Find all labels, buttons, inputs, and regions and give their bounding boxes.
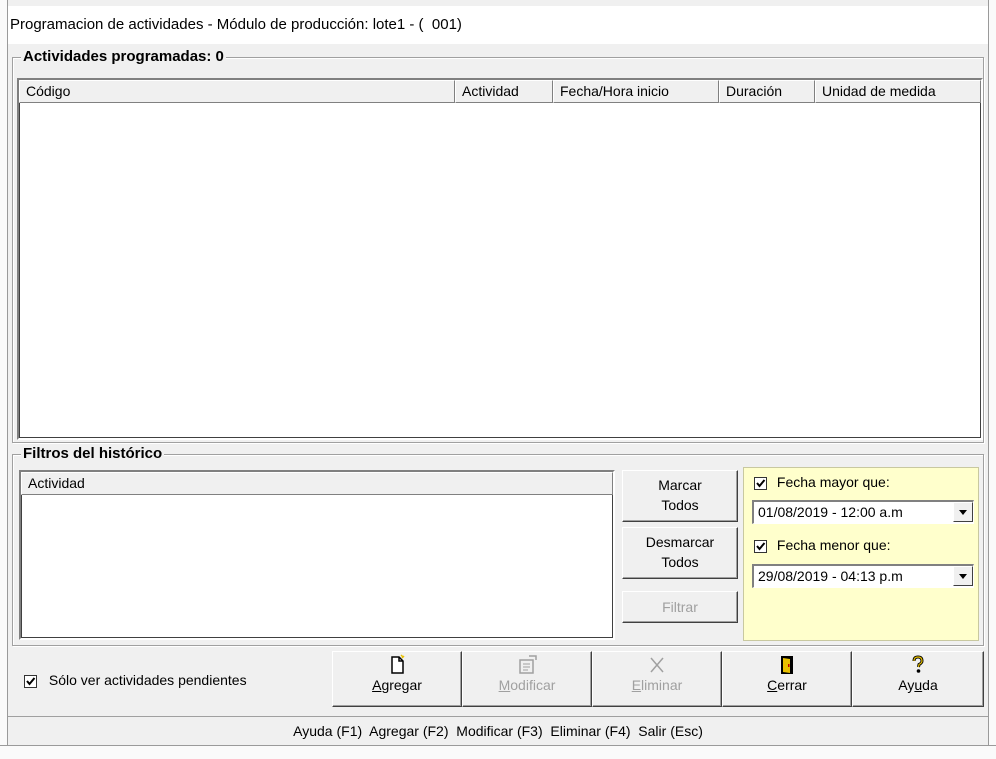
date-to-checkbox[interactable] [754,539,767,553]
mark-all-button[interactable]: Marcar Todos [622,470,738,522]
filter-activity-list[interactable]: Actividad [19,470,615,640]
filter-button[interactable]: Filtrar [622,591,738,623]
unmark-all-button[interactable]: Desmarcar Todos [622,527,738,579]
window-frame-bottom [0,745,996,759]
close-button-label: Cerrar [767,677,807,693]
help-button[interactable]: Ayuda [852,651,984,707]
question-icon [853,654,983,676]
delete-button[interactable]: Eliminar [592,651,722,707]
window-frame-left [0,0,8,759]
date-to-row: Fecha menor que: [754,537,891,553]
new-document-icon [333,654,461,676]
date-from-row: Fecha mayor que: [754,474,890,490]
exit-door-icon [723,654,851,676]
date-filter-panel: Fecha mayor que: 01/08/2019 - 12:00 a.m … [743,467,979,641]
window-title: Programacion de actividades - Módulo de … [8,6,988,44]
column-header-actividad[interactable]: Actividad [455,80,553,103]
pending-only-label: Sólo ver actividades pendientes [48,672,247,688]
modify-button-label: Modificar [498,677,556,693]
column-header-codigo[interactable]: Código [19,80,455,103]
mark-all-label-line2: Todos [661,497,699,513]
window-frame-right [988,0,996,759]
close-button[interactable]: Cerrar [722,651,852,707]
column-header-filter-actividad[interactable]: Actividad [21,472,613,495]
add-button-label: Agregar [372,677,422,693]
help-button-label: Ayuda [898,677,938,693]
filter-button-label: Filtrar [662,599,698,615]
column-header-duracion[interactable]: Duración [719,80,815,103]
unmark-all-label-line2: Todos [661,554,699,570]
date-to-select[interactable]: 29/08/2019 - 04:13 p.m [752,564,974,588]
scheduled-list-header: Código Actividad Fecha/Hora inicio Durac… [19,80,981,103]
date-from-dropdown-arrow[interactable] [953,502,973,522]
chevron-down-icon [959,510,967,515]
column-header-unidad-de-medida[interactable]: Unidad de medida [815,80,981,103]
date-from-label: Fecha mayor que: [776,474,890,490]
x-delete-icon [593,654,721,676]
date-from-select[interactable]: 01/08/2019 - 12:00 a.m [752,500,974,524]
delete-button-label: Eliminar [631,677,683,693]
date-to-value: 29/08/2019 - 04:13 p.m [758,568,903,584]
mark-all-label-line1: Marcar [658,477,702,493]
scheduled-activities-list[interactable]: Código Actividad Fecha/Hora inicio Durac… [17,78,983,440]
history-filters-group: Filtros del histórico Actividad Marcar T… [12,445,984,646]
shortcut-hints: Ayuda (F1) Agregar (F2) Modificar (F3) E… [293,723,703,739]
pending-only-checkbox[interactable] [24,674,37,688]
pending-only-option[interactable]: Sólo ver actividades pendientes [24,672,247,688]
scheduled-activities-title: Actividades programadas: 0 [21,48,226,66]
date-from-value: 01/08/2019 - 12:00 a.m [758,504,903,520]
chevron-down-icon [959,574,967,579]
edit-document-icon [463,654,591,676]
modify-button[interactable]: Modificar [462,651,592,707]
date-to-label: Fecha menor que: [776,537,891,553]
history-filters-title: Filtros del histórico [21,445,165,463]
filter-activity-header: Actividad [21,472,613,495]
unmark-all-label-line1: Desmarcar [645,534,715,550]
status-bar: Ayuda (F1) Agregar (F2) Modificar (F3) E… [8,716,988,745]
add-button[interactable]: Agregar [332,651,462,707]
column-header-fecha-hora-inicio[interactable]: Fecha/Hora inicio [553,80,719,103]
scheduled-activities-group: Actividades programadas: 0 Código Activi… [12,48,984,443]
date-from-checkbox[interactable] [754,476,767,490]
client-area: Actividades programadas: 0 Código Activi… [8,44,988,745]
date-to-dropdown-arrow[interactable] [953,566,973,586]
